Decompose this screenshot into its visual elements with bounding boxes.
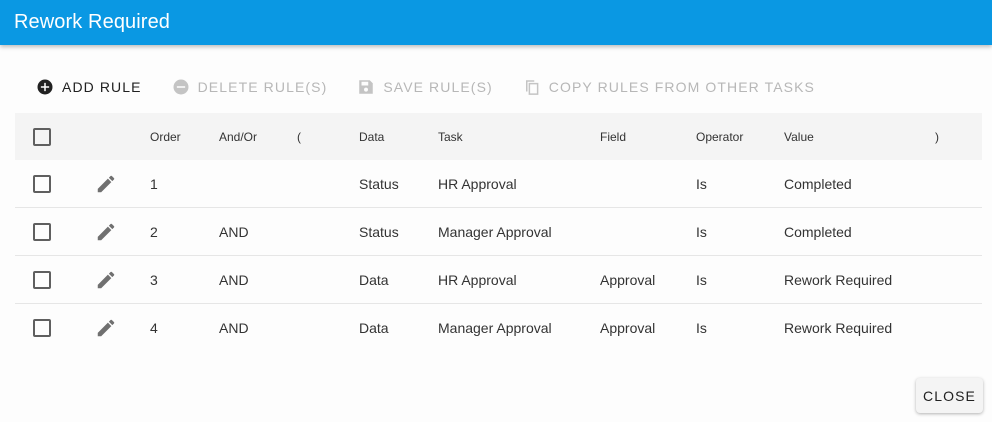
row-checkbox[interactable]	[33, 174, 51, 193]
cell-data: Data	[359, 320, 389, 336]
rules-table: Order And/Or ( Data Task Field Operator …	[15, 113, 982, 352]
cell-task: HR Approval	[438, 271, 517, 288]
delete-rules-button[interactable]: DELETE RULE(S)	[164, 73, 336, 101]
dialog-title: Rework Required	[14, 11, 171, 33]
cell-task: Manager Approval	[438, 223, 552, 240]
add-rule-label: ADD RULE	[62, 79, 142, 95]
cell-value: Rework Required	[784, 320, 893, 336]
header-close-paren: )	[935, 129, 939, 144]
header-open-paren: (	[297, 129, 301, 144]
row-checkbox[interactable]	[33, 270, 51, 289]
add-circle-icon	[37, 79, 53, 95]
delete-rules-label: DELETE RULE(S)	[197, 79, 328, 95]
cell-task: HR Approval	[438, 175, 517, 192]
save-rules-label: SAVE RULE(S)	[383, 79, 493, 95]
save-rules-button[interactable]: SAVE RULE(S)	[349, 73, 500, 101]
pencil-icon[interactable]	[95, 269, 117, 291]
table-row: 3 AND Data HR Approval Approval Is Rewor…	[15, 256, 982, 304]
cell-operator: Is	[696, 271, 707, 288]
table-row: 4 AND Data Manager Approval Approval Is …	[15, 304, 982, 352]
cell-value: Completed	[784, 175, 852, 192]
dialog-titlebar: Rework Required	[0, 0, 992, 45]
cell-operator: Is	[696, 175, 707, 192]
cell-order: 4	[150, 320, 158, 336]
cell-task: Manager Approval	[438, 320, 552, 336]
copy-icon	[525, 80, 539, 95]
cell-andor: AND	[219, 223, 249, 240]
cell-operator: Is	[696, 320, 707, 336]
pencil-icon[interactable]	[95, 317, 117, 339]
row-checkbox[interactable]	[33, 319, 51, 337]
cell-field: Approval	[600, 320, 656, 336]
cell-operator: Is	[696, 223, 707, 240]
pencil-icon[interactable]	[95, 221, 117, 243]
cell-field: Approval	[600, 271, 656, 288]
cell-order: 3	[150, 271, 158, 288]
header-andor: And/Or	[219, 129, 258, 144]
close-button[interactable]: CLOSE	[916, 378, 983, 413]
header-operator: Operator	[696, 129, 744, 144]
table-row: 1 Status HR Approval Is Completed	[15, 160, 982, 208]
add-rule-button[interactable]: ADD RULE	[28, 73, 150, 101]
remove-circle-icon	[173, 79, 189, 95]
cell-data: Status	[359, 175, 399, 192]
pencil-icon[interactable]	[95, 173, 117, 195]
cell-andor: AND	[219, 320, 249, 336]
rules-toolbar: ADD RULE DELETE RULE(S) SAVE RULE(S) COP…	[28, 73, 837, 101]
cell-data: Status	[359, 223, 399, 240]
header-order: Order	[150, 129, 181, 144]
header-task: Task	[438, 129, 463, 144]
copy-rules-label: COPY RULES FROM OTHER TASKS	[548, 79, 815, 95]
table-header-row: Order And/Or ( Data Task Field Operator …	[15, 113, 982, 160]
cell-value: Rework Required	[784, 271, 893, 288]
copy-rules-button[interactable]: COPY RULES FROM OTHER TASKS	[515, 73, 823, 101]
cell-order: 2	[150, 223, 158, 240]
cell-value: Completed	[784, 223, 852, 240]
cell-order: 1	[150, 175, 158, 192]
close-button-label: CLOSE	[923, 387, 976, 404]
cell-data: Data	[359, 271, 389, 288]
save-icon	[359, 80, 374, 94]
cell-andor: AND	[219, 271, 249, 288]
header-field: Field	[600, 129, 627, 144]
row-checkbox[interactable]	[33, 222, 51, 241]
header-value: Value	[784, 129, 814, 144]
table-row: 2 AND Status Manager Approval Is Complet…	[15, 208, 982, 256]
header-data: Data	[359, 129, 385, 144]
select-all-checkbox[interactable]	[33, 127, 51, 146]
